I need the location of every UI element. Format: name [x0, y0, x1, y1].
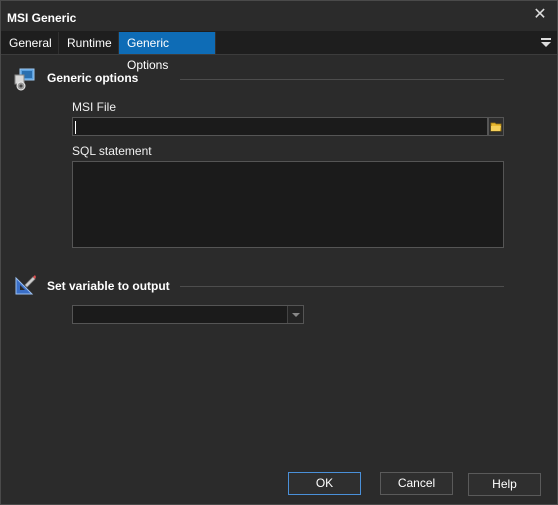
section-title-generic: Generic options: [47, 71, 139, 85]
msi-package-icon: [13, 67, 37, 91]
tab-menu-icon[interactable]: [541, 36, 551, 48]
window-title: MSI Generic: [7, 11, 77, 25]
ok-button[interactable]: OK: [288, 472, 361, 495]
browse-folder-button[interactable]: [488, 117, 504, 136]
title-bar: MSI Generic ✕: [1, 1, 557, 31]
tab-general[interactable]: General: [1, 32, 59, 54]
text-caret: [75, 121, 76, 134]
msi-file-input[interactable]: [72, 117, 488, 136]
msi-file-label: MSI File: [72, 100, 117, 114]
tab-runtime[interactable]: Runtime: [59, 32, 119, 54]
tab-bar: General Runtime Generic Options: [1, 31, 557, 72]
folder-icon: [490, 122, 502, 132]
variable-output-icon: [13, 273, 37, 297]
sql-statement-label: SQL statement: [72, 144, 152, 158]
chevron-down-icon[interactable]: [287, 306, 303, 323]
output-variable-select[interactable]: [72, 305, 304, 324]
msi-generic-dialog: MSI Generic ✕ General Runtime Generic Op…: [0, 0, 558, 505]
close-icon[interactable]: ✕: [531, 6, 549, 24]
section-divider: [180, 286, 504, 287]
sql-statement-textarea[interactable]: [72, 161, 504, 248]
tab-generic-options[interactable]: Generic Options: [119, 32, 216, 72]
section-divider: [180, 79, 504, 80]
section-title-output: Set variable to output: [47, 279, 170, 293]
cancel-button[interactable]: Cancel: [380, 472, 453, 495]
help-button[interactable]: Help: [468, 473, 541, 496]
